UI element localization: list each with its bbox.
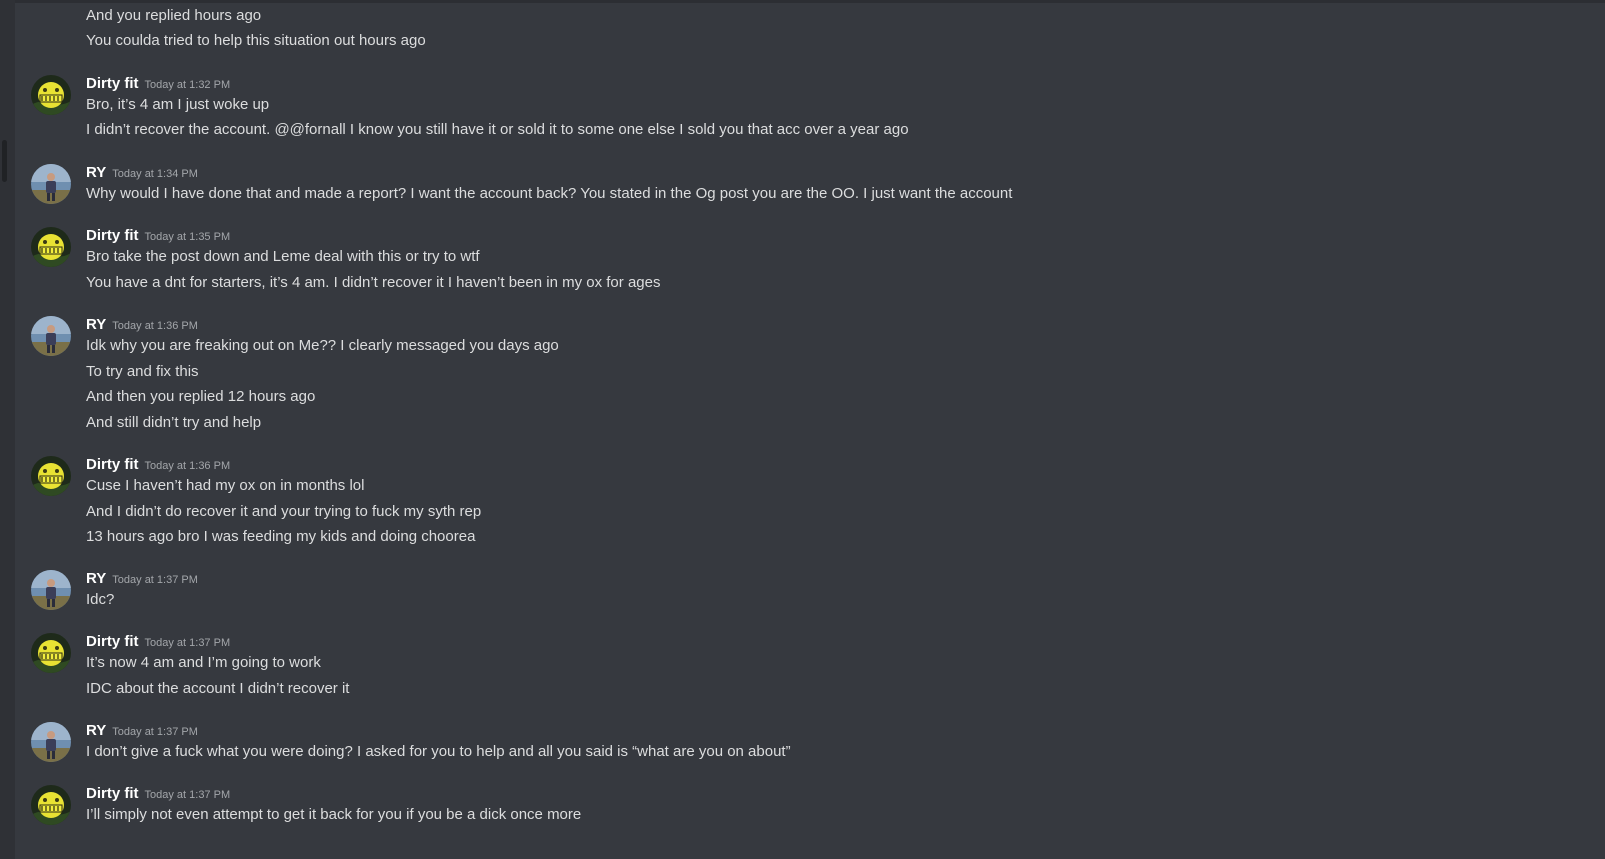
message-line: To try and fix this	[86, 363, 199, 380]
message-line: Idk why you are freaking out on Me?? I c…	[86, 337, 559, 354]
message-line: It’s now 4 am and I’m going to work	[86, 654, 321, 671]
message-line: And still didn’t try and help	[86, 414, 262, 431]
timestamp: Today at 1:37 PM	[112, 726, 198, 738]
message-line: And then you replied 12 hours ago	[86, 388, 316, 405]
username[interactable]: RY	[86, 164, 106, 181]
timestamp: Today at 1:37 PM	[144, 789, 231, 801]
username[interactable]: Dirty fit	[86, 75, 139, 92]
left-panel-edge	[0, 0, 15, 859]
timestamp: Today at 1:37 PM	[112, 574, 198, 586]
message-line: Idc?	[86, 591, 115, 608]
timestamp: Today at 1:34 PM	[112, 168, 198, 180]
message-line: I don’t give a fuck what you were doing?…	[86, 743, 791, 760]
username[interactable]: Dirty fit	[86, 456, 139, 473]
dirty-fit-avatar-icon[interactable]	[31, 227, 71, 267]
message-line: Why would I have done that and made a re…	[86, 185, 1013, 202]
ry-avatar-icon[interactable]	[31, 316, 71, 356]
username[interactable]: Dirty fit	[86, 227, 139, 244]
message-line: And I didn’t do recover it and your tryi…	[86, 503, 482, 520]
username[interactable]: RY	[86, 570, 106, 587]
username[interactable]: Dirty fit	[86, 633, 139, 650]
message-list[interactable]: And you replied hours ago You coulda tri…	[15, 0, 1605, 859]
message-line: 13 hours ago bro I was feeding my kids a…	[86, 528, 476, 545]
message-line: Bro, it’s 4 am I just woke up	[86, 96, 270, 113]
username[interactable]: Dirty fit	[86, 785, 139, 802]
timestamp: Today at 1:37 PM	[144, 637, 231, 649]
ry-avatar-icon[interactable]	[31, 722, 71, 762]
timestamp: Today at 1:36 PM	[144, 460, 231, 472]
message-line: You have a dnt for starters, it’s 4 am. …	[86, 274, 661, 291]
message-line: Cuse I haven’t had my ox on in months lo…	[86, 477, 365, 494]
timestamp: Today at 1:35 PM	[144, 231, 231, 243]
username[interactable]: RY	[86, 722, 106, 739]
timestamp: Today at 1:36 PM	[112, 320, 198, 332]
timestamp: Today at 1:32 PM	[144, 79, 231, 91]
dirty-fit-avatar-icon[interactable]	[31, 75, 71, 115]
message-line: I didn’t recover the account. @@fornall …	[86, 121, 909, 138]
dirty-fit-avatar-icon[interactable]	[31, 456, 71, 496]
message-line: And you replied hours ago	[86, 7, 262, 24]
username[interactable]: RY	[86, 316, 106, 333]
dirty-fit-avatar-icon[interactable]	[31, 633, 71, 673]
scrollbar-thumb[interactable]	[2, 140, 7, 182]
message-line: IDC about the account I didn’t recover i…	[86, 680, 350, 697]
ry-avatar-icon[interactable]	[31, 164, 71, 204]
message-line: I’ll simply not even attempt to get it b…	[86, 806, 582, 823]
message-line: You coulda tried to help this situation …	[86, 32, 426, 49]
message-line: Bro take the post down and Leme deal wit…	[86, 248, 480, 265]
dirty-fit-avatar-icon[interactable]	[31, 785, 71, 825]
ry-avatar-icon[interactable]	[31, 570, 71, 610]
